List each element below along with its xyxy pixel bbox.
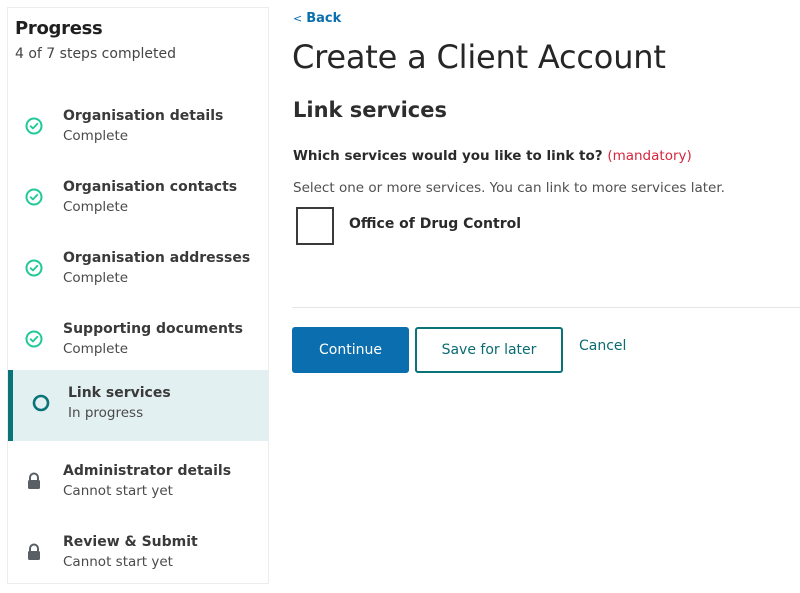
question-text: Which services would you like to link to… <box>293 148 603 164</box>
check-circle-icon <box>25 259 43 277</box>
step-status: In progress <box>68 405 144 421</box>
cancel-link[interactable]: Cancel <box>579 338 626 354</box>
progress-title: Progress <box>15 18 103 39</box>
back-link[interactable]: < Back <box>293 11 341 26</box>
step-label: Organisation contacts <box>63 179 238 195</box>
divider <box>292 307 800 308</box>
step-label: Administrator details <box>63 463 232 479</box>
services-hint: Select one or more services. You can lin… <box>293 180 725 196</box>
progress-summary: 4 of 7 steps completed <box>15 46 176 62</box>
check-circle-icon <box>25 330 43 348</box>
step-link-services[interactable]: Link services In progress <box>8 370 268 441</box>
step-status: Cannot start yet <box>63 483 173 499</box>
page-title: Create a Client Account <box>292 38 666 76</box>
step-status: Complete <box>63 270 129 286</box>
section-title: Link services <box>293 98 447 122</box>
office-of-drug-control-label[interactable]: Office of Drug Control <box>349 216 521 232</box>
in-progress-circle-icon <box>32 394 50 412</box>
services-question: Which services would you like to link to… <box>293 148 692 164</box>
step-organisation-details[interactable]: Organisation details Complete <box>8 93 268 164</box>
lock-icon <box>25 543 43 561</box>
step-label: Organisation details <box>63 108 224 124</box>
lock-icon <box>25 472 43 490</box>
step-review-submit: Review & Submit Cannot start yet <box>8 519 268 590</box>
step-supporting-documents[interactable]: Supporting documents Complete <box>8 306 268 377</box>
step-label: Organisation addresses <box>63 250 251 266</box>
continue-button[interactable]: Continue <box>292 327 409 373</box>
step-status: Complete <box>63 341 129 357</box>
check-circle-icon <box>25 188 43 206</box>
step-label: Link services <box>68 385 171 401</box>
save-for-later-button[interactable]: Save for later <box>415 327 563 373</box>
step-administrator-details: Administrator details Cannot start yet <box>8 448 268 519</box>
step-status: Cannot start yet <box>63 554 173 570</box>
step-status: Complete <box>63 128 129 144</box>
back-label: Back <box>306 11 342 26</box>
step-organisation-addresses[interactable]: Organisation addresses Complete <box>8 235 268 306</box>
chevron-left-icon: < <box>293 12 303 25</box>
step-label: Supporting documents <box>63 321 243 337</box>
step-organisation-contacts[interactable]: Organisation contacts Complete <box>8 164 268 235</box>
step-label: Review & Submit <box>63 534 198 550</box>
step-status: Complete <box>63 199 129 215</box>
progress-sidebar: Progress 4 of 7 steps completed Organisa… <box>7 7 269 584</box>
office-of-drug-control-checkbox[interactable] <box>296 207 334 245</box>
check-circle-icon <box>25 117 43 135</box>
mandatory-marker: (mandatory) <box>607 148 692 164</box>
